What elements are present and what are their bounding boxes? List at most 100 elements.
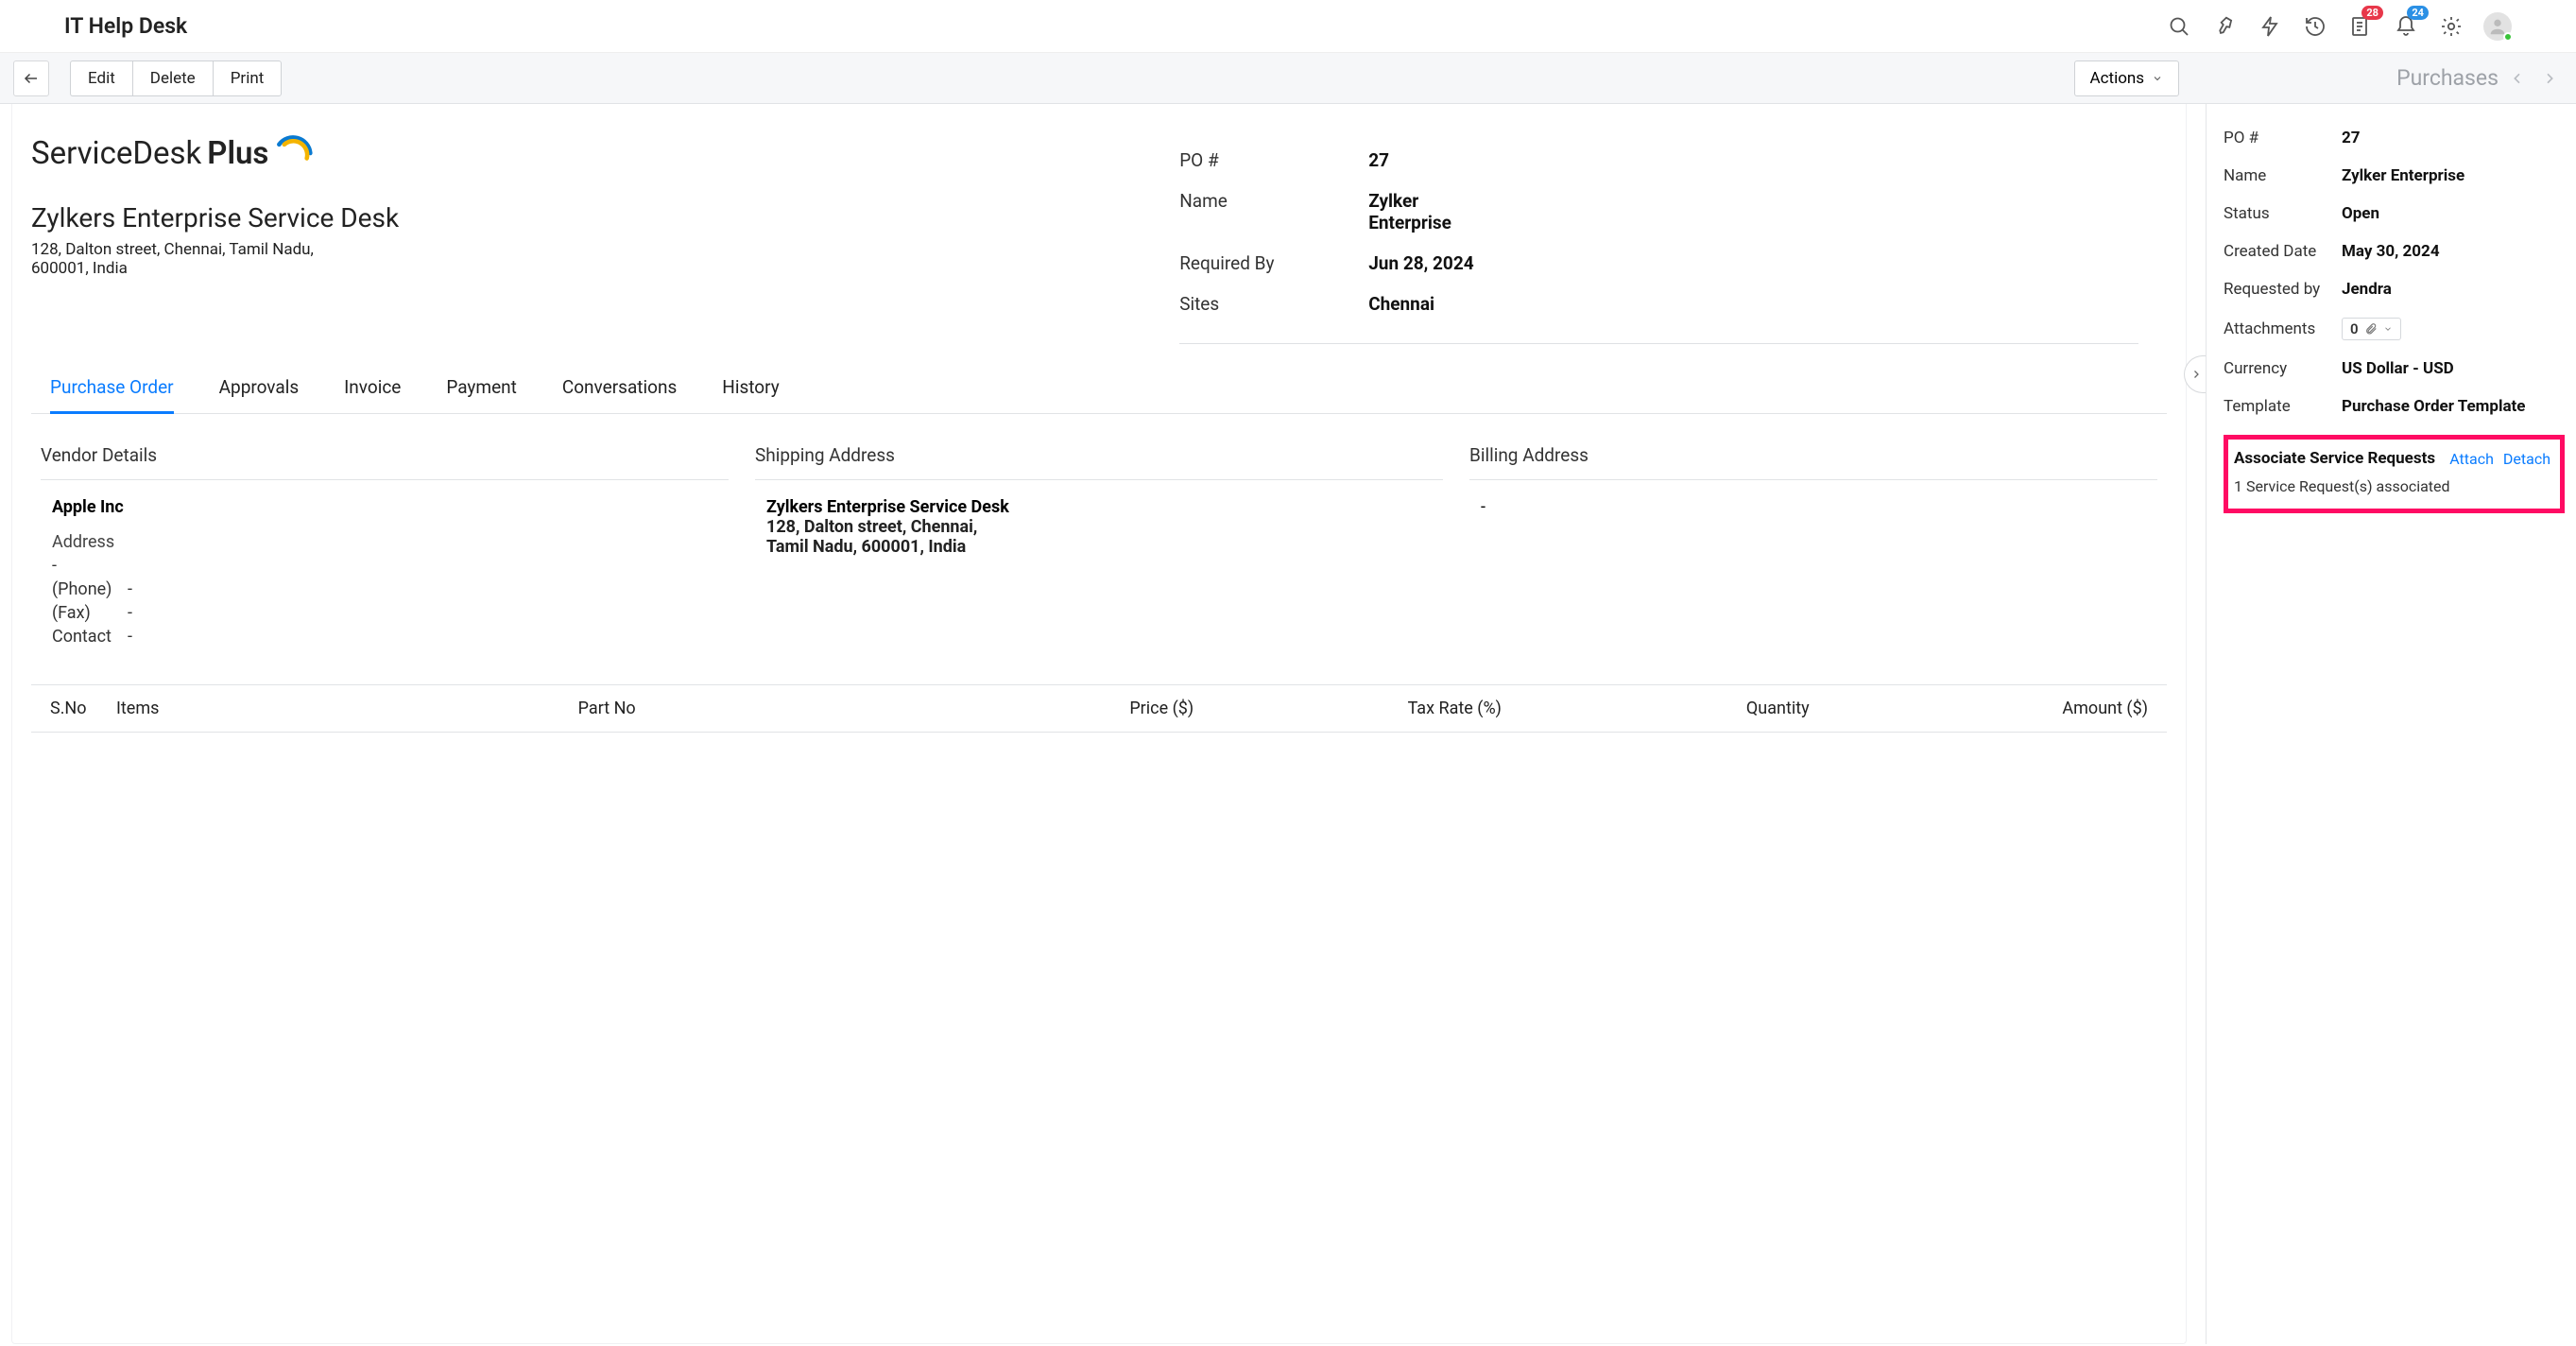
assoc-title: Associate Service Requests bbox=[2234, 449, 2449, 468]
col-tax: Tax Rate (%) bbox=[1194, 699, 1502, 718]
toolbar: Edit Delete Print Actions Purchases bbox=[0, 53, 2576, 104]
billing-details: Billing Address - bbox=[1469, 444, 2157, 650]
purchases-nav: Purchases bbox=[2396, 65, 2563, 92]
associate-service-requests-box: Associate Service Requests Attach Detach… bbox=[2224, 435, 2565, 513]
tab-approvals[interactable]: Approvals bbox=[219, 365, 300, 414]
org-name: Zylkers Enterprise Service Desk bbox=[31, 202, 1142, 234]
chevron-right-icon bbox=[2190, 369, 2202, 380]
shipping-details: Shipping Address Zylkers Enterprise Serv… bbox=[755, 444, 1443, 650]
required-by-label: Required By bbox=[1179, 252, 1368, 274]
shipping-heading: Shipping Address bbox=[755, 444, 1443, 480]
pin-icon[interactable] bbox=[2211, 13, 2238, 40]
col-partno: Part No bbox=[578, 699, 886, 718]
list-icon[interactable]: 28 bbox=[2347, 13, 2374, 40]
side-created-label: Created Date bbox=[2224, 242, 2342, 261]
assoc-detach-link[interactable]: Detach bbox=[2503, 450, 2550, 468]
purchases-prev[interactable] bbox=[2504, 65, 2531, 92]
attachments-pill[interactable]: 0 bbox=[2342, 318, 2401, 340]
required-by-value: Jun 28, 2024 bbox=[1368, 252, 1473, 274]
product-logo: ServiceDesk Plus bbox=[31, 132, 1142, 174]
vendor-heading: Vendor Details bbox=[41, 444, 729, 480]
side-created-value: May 30, 2024 bbox=[2342, 242, 2440, 261]
billing-value: - bbox=[1481, 497, 2157, 517]
tab-purchase-order[interactable]: Purchase Order bbox=[50, 365, 174, 414]
po-tabs: Purchase Order Approvals Invoice Payment… bbox=[31, 365, 2167, 414]
attachments-count: 0 bbox=[2350, 320, 2359, 337]
side-status-value: Open bbox=[2342, 204, 2379, 223]
main-column: ServiceDesk Plus Zylkers Enterprise Serv… bbox=[0, 104, 2206, 1344]
bell-badge: 24 bbox=[2407, 6, 2429, 20]
chevron-down-icon bbox=[2383, 324, 2393, 334]
vendor-fax-label: (Fax) bbox=[52, 603, 118, 623]
po-name-label: Name bbox=[1179, 190, 1368, 233]
side-panel-collapse-handle[interactable] bbox=[2184, 355, 2206, 393]
vendor-fax-value: - bbox=[128, 603, 132, 623]
side-currency-value: US Dollar - USD bbox=[2342, 359, 2454, 378]
toolbar-button-group: Edit Delete Print bbox=[70, 60, 282, 96]
presence-indicator bbox=[2503, 32, 2513, 42]
side-po-label: PO # bbox=[2224, 129, 2342, 147]
vendor-phone-label: (Phone) bbox=[52, 579, 118, 599]
logo-swirl-icon bbox=[272, 132, 314, 174]
history-icon[interactable] bbox=[2302, 13, 2328, 40]
side-po-value: 27 bbox=[2342, 129, 2361, 147]
search-icon[interactable] bbox=[2166, 13, 2192, 40]
app-title: IT Help Desk bbox=[64, 13, 187, 39]
col-amount: Amount ($) bbox=[1810, 699, 2148, 718]
po-num-label: PO # bbox=[1179, 149, 1368, 171]
items-table-header: S.No Items Part No Price ($) Tax Rate (%… bbox=[31, 684, 2167, 733]
tab-history[interactable]: History bbox=[722, 365, 779, 414]
vendor-details: Vendor Details Apple Inc Address - (Phon… bbox=[41, 444, 729, 650]
tab-invoice[interactable]: Invoice bbox=[344, 365, 401, 414]
vendor-name: Apple Inc bbox=[52, 497, 729, 517]
vendor-address-label: Address bbox=[52, 532, 729, 552]
side-name-value: Zylker Enterprise bbox=[2342, 166, 2464, 185]
col-items: Items bbox=[116, 699, 578, 718]
list-badge: 28 bbox=[2361, 6, 2383, 20]
side-template-value: Purchase Order Template bbox=[2342, 397, 2525, 416]
side-panel: PO #27 NameZylker Enterprise StatusOpen … bbox=[2206, 104, 2576, 1344]
side-status-label: Status bbox=[2224, 204, 2342, 223]
print-button[interactable]: Print bbox=[213, 60, 283, 96]
avatar[interactable] bbox=[2483, 12, 2512, 41]
side-attachments-label: Attachments bbox=[2224, 319, 2342, 338]
actions-button[interactable]: Actions bbox=[2074, 60, 2180, 96]
sites-value: Chennai bbox=[1368, 293, 1434, 315]
purchases-next[interactable] bbox=[2536, 65, 2563, 92]
po-num-value: 27 bbox=[1368, 149, 1389, 171]
billing-heading: Billing Address bbox=[1469, 444, 2157, 480]
po-header-fields: PO # 27 Name Zylker Enterprise Required … bbox=[1179, 140, 2138, 344]
back-button[interactable] bbox=[13, 60, 49, 96]
edit-button[interactable]: Edit bbox=[70, 60, 132, 96]
gear-icon[interactable] bbox=[2438, 13, 2464, 40]
side-requestedby-label: Requested by bbox=[2224, 280, 2342, 299]
side-name-label: Name bbox=[2224, 166, 2342, 185]
side-template-label: Template bbox=[2224, 397, 2342, 416]
bell-icon[interactable]: 24 bbox=[2393, 13, 2419, 40]
po-card: ServiceDesk Plus Zylkers Enterprise Serv… bbox=[11, 104, 2187, 1344]
chevron-down-icon bbox=[2152, 73, 2163, 84]
tab-payment[interactable]: Payment bbox=[446, 365, 517, 414]
delete-button[interactable]: Delete bbox=[132, 60, 213, 96]
assoc-attach-link[interactable]: Attach bbox=[2449, 450, 2494, 468]
tab-conversations[interactable]: Conversations bbox=[562, 365, 677, 414]
po-name-value: Zylker Enterprise bbox=[1368, 190, 1482, 233]
vendor-address-value: - bbox=[52, 556, 57, 576]
shipping-address: 128, Dalton street, Chennai, Tamil Nadu,… bbox=[766, 517, 1022, 557]
paperclip-icon bbox=[2364, 322, 2378, 336]
side-currency-label: Currency bbox=[2224, 359, 2342, 378]
side-requestedby-value: Jendra bbox=[2342, 280, 2392, 299]
org-address: 128, Dalton street, Chennai, Tamil Nadu,… bbox=[31, 240, 315, 278]
sites-label: Sites bbox=[1179, 293, 1368, 315]
vendor-contact-label: Contact bbox=[52, 627, 118, 647]
top-header: IT Help Desk 28 24 bbox=[0, 0, 2576, 53]
col-sno: S.No bbox=[50, 699, 116, 718]
vendor-contact-value: - bbox=[128, 627, 132, 647]
bolt-icon[interactable] bbox=[2257, 13, 2283, 40]
col-qty: Quantity bbox=[1502, 699, 1810, 718]
logo-text-b: Plus bbox=[207, 135, 268, 172]
col-price: Price ($) bbox=[885, 699, 1194, 718]
vendor-phone-value: - bbox=[128, 579, 132, 599]
header-icons: 28 24 bbox=[2166, 12, 2512, 41]
logo-text-a: ServiceDesk bbox=[31, 135, 201, 172]
